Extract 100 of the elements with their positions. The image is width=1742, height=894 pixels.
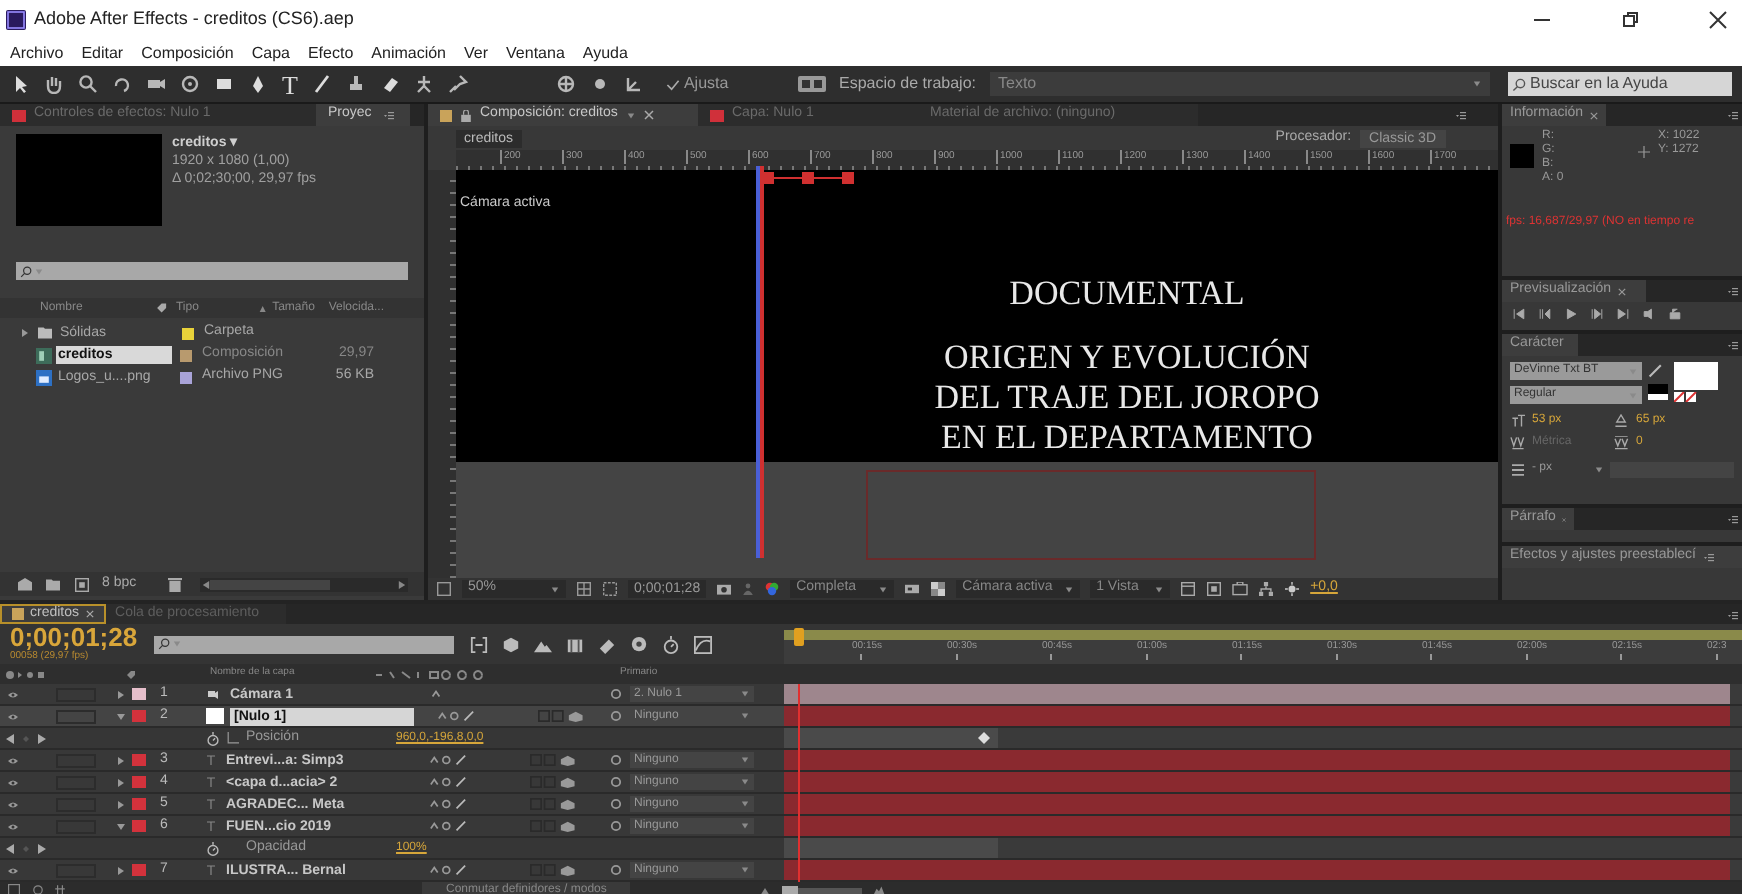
workspace-dropdown[interactable]: Texto — [990, 72, 1490, 96]
dropdown-arrow-icon — [1472, 80, 1482, 88]
speaker-icon[interactable] — [1642, 308, 1656, 320]
zoom-out-mountain-icon[interactable] — [756, 885, 774, 894]
collapse-arrow-icon — [116, 711, 126, 721]
null-layer-swatch — [206, 708, 224, 724]
zoom-in-mountain-icon[interactable] — [870, 884, 888, 894]
previous-frame-icon[interactable] — [1538, 308, 1552, 320]
snapshot-camera-icon[interactable] — [716, 582, 733, 596]
puppet-pin-icon[interactable] — [413, 74, 434, 94]
eye-icon — [6, 821, 20, 831]
zoom-slider-thumb[interactable] — [782, 885, 798, 894]
horizontal-scrollbar[interactable] — [200, 577, 408, 591]
search-field[interactable]: Buscar en la Ayuda — [1508, 72, 1732, 96]
lock-icon — [460, 109, 472, 121]
layer-label-color[interactable] — [132, 864, 146, 876]
menu-item[interactable]: Archivo — [10, 45, 64, 61]
trash-icon[interactable] — [168, 577, 183, 591]
visibility-switches-icon — [6, 669, 46, 679]
magnifier-icon[interactable] — [78, 74, 98, 94]
first-frame-icon[interactable] — [1512, 308, 1526, 320]
rectangle-icon[interactable] — [214, 74, 234, 94]
no-color-icon[interactable] — [1674, 392, 1698, 402]
arrow-icon[interactable] — [10, 74, 30, 94]
last-frame-icon[interactable] — [1616, 308, 1630, 320]
workspace-icon[interactable] — [797, 76, 825, 92]
checkbox[interactable] — [665, 77, 680, 91]
brush-icon[interactable] — [311, 74, 332, 94]
layout-icon[interactable] — [1180, 582, 1197, 596]
cube-icon[interactable] — [501, 635, 520, 653]
menu-item[interactable]: Efecto — [307, 45, 354, 61]
new-comp-icon[interactable] — [72, 577, 92, 591]
menu-item[interactable]: Animación — [371, 45, 447, 61]
rotate-icon[interactable] — [112, 74, 132, 94]
text-tool[interactable]: T — [282, 71, 298, 97]
stroke-color-swatch[interactable] — [1648, 384, 1668, 400]
leading-icon — [1614, 413, 1628, 429]
dropdown-arrow-icon — [740, 712, 750, 720]
grid-icon[interactable] — [576, 582, 592, 596]
eyedropper-icon[interactable] — [1648, 362, 1664, 378]
flowchart-icon[interactable] — [1258, 582, 1275, 596]
graph-editor-icon[interactable] — [693, 635, 712, 653]
menu-item[interactable]: Composición — [141, 45, 234, 61]
layer-label-color[interactable] — [132, 798, 146, 810]
color-swatch — [1510, 144, 1534, 168]
stamp-icon[interactable] — [345, 74, 366, 94]
switch-box[interactable] — [56, 709, 96, 723]
color-channels-icon[interactable] — [764, 582, 781, 596]
layer-label-color[interactable] — [132, 776, 146, 788]
exposure-icon[interactable] — [1284, 582, 1301, 596]
fast-preview-icon[interactable] — [1206, 582, 1223, 596]
keyframe-navigator-icon — [6, 843, 46, 853]
current-time[interactable]: 0;00;01;28 — [10, 626, 138, 650]
eraser-icon[interactable] — [597, 635, 616, 653]
menu-item[interactable]: Ayuda — [582, 45, 628, 61]
mask-icon[interactable] — [602, 582, 618, 596]
next-frame-icon[interactable] — [1590, 308, 1604, 320]
title-text: DEL TRAJE DEL JOROPO — [934, 378, 1320, 418]
keyframe-icon — [978, 732, 990, 744]
layer-label-color[interactable] — [132, 688, 146, 700]
restore-icon[interactable] — [1620, 10, 1640, 30]
dot-icon[interactable] — [589, 74, 610, 94]
expand-arrow-icon — [116, 689, 126, 699]
stopwatch-icon[interactable] — [206, 731, 220, 745]
loop-icon[interactable] — [1668, 308, 1682, 320]
layer-search-field[interactable] — [153, 635, 454, 653]
layer-label-color[interactable] — [132, 820, 146, 832]
stopwatch-icon[interactable] — [661, 635, 680, 653]
close-icon[interactable] — [1708, 10, 1728, 30]
stopwatch-icon[interactable] — [206, 841, 220, 855]
menu-item[interactable]: Capa — [251, 45, 290, 61]
film-icon[interactable] — [565, 635, 584, 653]
text-layer-icon — [206, 864, 216, 876]
play-icon[interactable] — [1564, 308, 1578, 320]
image-file-icon — [36, 369, 52, 385]
brackets-icon[interactable] — [469, 635, 488, 653]
transparency-grid-icon[interactable] — [930, 582, 947, 596]
layer-label-color[interactable] — [132, 710, 146, 722]
dropdown-arrow-icon — [740, 690, 750, 698]
expand-arrow-icon — [116, 777, 126, 787]
menu-item[interactable]: Ventana — [506, 45, 565, 61]
composition-icon — [36, 347, 52, 363]
eye-icon — [6, 799, 20, 809]
snap-checkbox[interactable]: Ajusta — [665, 72, 729, 96]
search-icon — [157, 638, 170, 650]
menu-item[interactable]: Ver — [464, 45, 489, 61]
pen-icon[interactable] — [248, 74, 268, 94]
axes-icon[interactable] — [623, 74, 644, 94]
fill-color-swatch[interactable] — [1674, 362, 1718, 390]
axis-icon[interactable] — [555, 74, 576, 94]
frame-toggle-icon[interactable] — [436, 582, 452, 596]
hand-icon[interactable] — [44, 74, 64, 94]
search-icon — [1512, 77, 1526, 91]
layer-label-color[interactable] — [132, 754, 146, 766]
camera-icon[interactable] — [146, 74, 166, 94]
folder-icon[interactable] — [44, 577, 62, 591]
project-search-field[interactable] — [16, 262, 408, 280]
eraser-icon[interactable] — [379, 74, 400, 94]
layer-graph-icon[interactable] — [6, 884, 22, 894]
menu-item[interactable]: Editar — [81, 45, 124, 61]
